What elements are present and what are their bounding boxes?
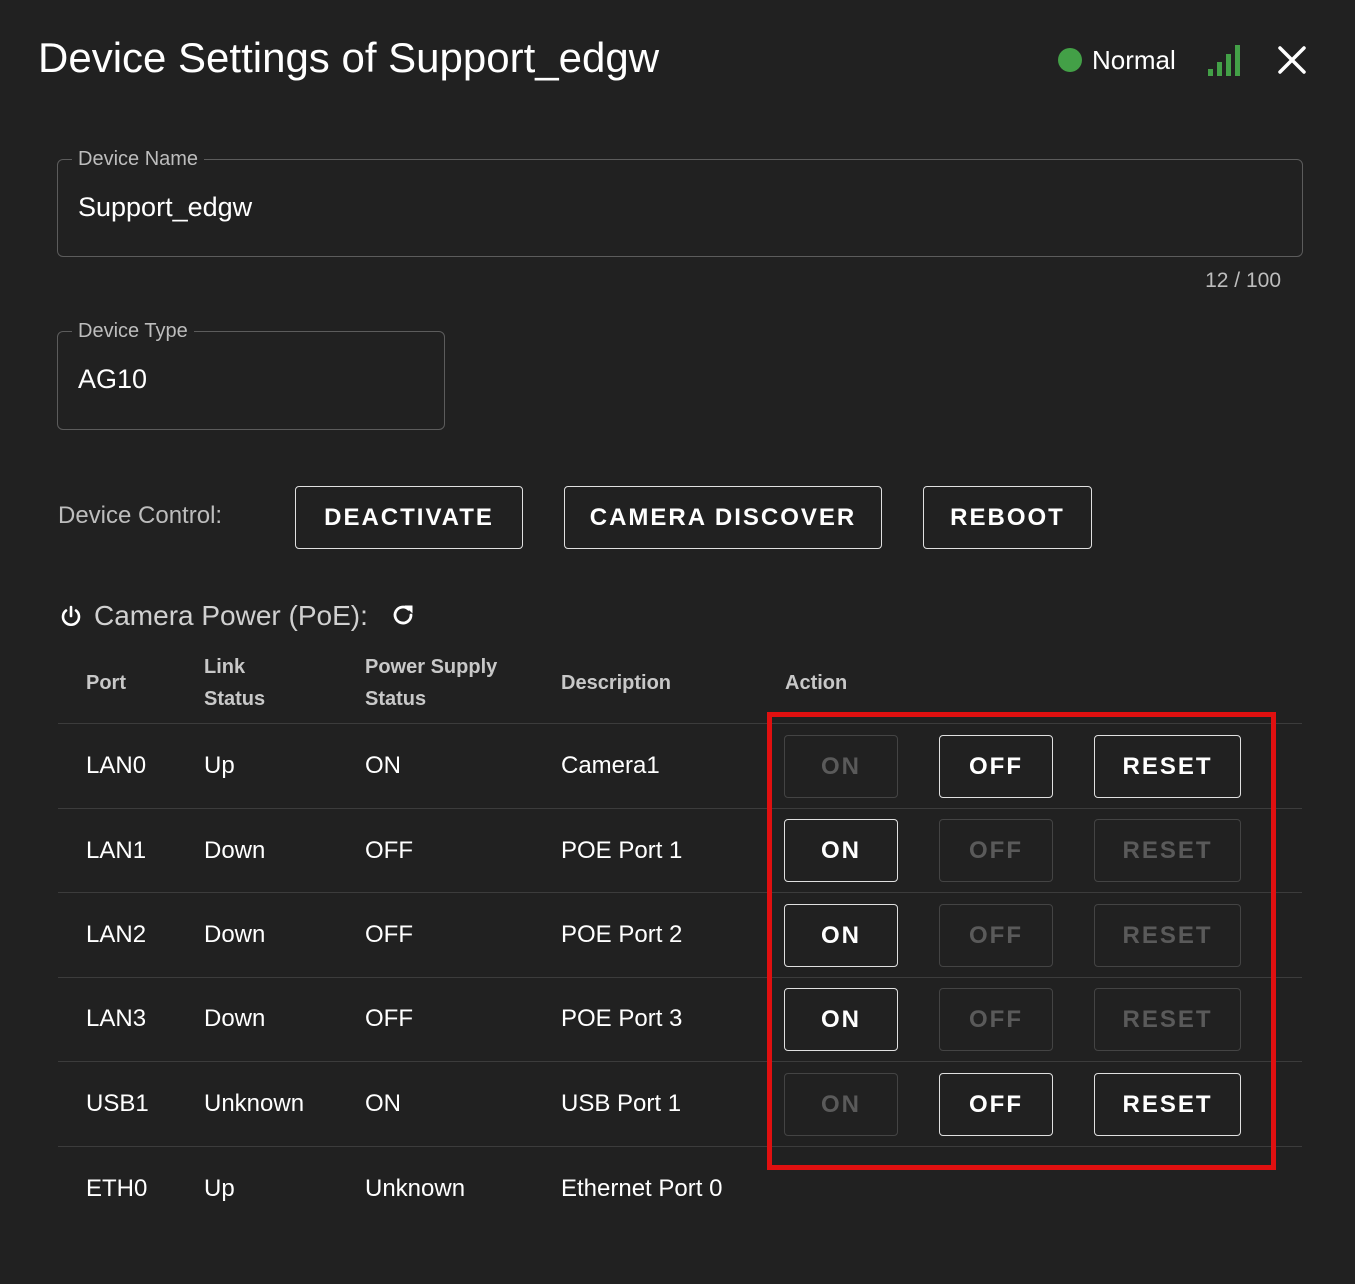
column-header-link-status: Link Status (204, 651, 265, 715)
lan3-off-button: OFF (939, 988, 1053, 1051)
lan0-off-button[interactable]: OFF (939, 735, 1053, 798)
refresh-icon[interactable] (389, 601, 417, 629)
row-description: POE Port 2 (561, 921, 683, 948)
row-power-status: OFF (365, 921, 413, 948)
deactivate-button[interactable]: DEACTIVATE (295, 486, 523, 549)
reboot-button[interactable]: REBOOT (923, 486, 1092, 549)
row-port: USB1 (86, 1090, 149, 1117)
row-power-status: OFF (365, 837, 413, 864)
row-link-status: Up (204, 752, 235, 779)
row-link-status: Down (204, 837, 266, 864)
column-header-link-status-line2: Status (204, 688, 266, 710)
row-port: LAN2 (86, 921, 147, 948)
lan0-on-button: ON (784, 735, 898, 798)
device-name-field: Device Name (57, 147, 1303, 257)
table-divider (58, 723, 1302, 724)
status-dot-icon (1058, 48, 1082, 72)
usb1-off-button[interactable]: OFF (939, 1073, 1053, 1136)
usb1-reset-button[interactable]: RESET (1094, 1073, 1241, 1136)
table-divider (58, 977, 1302, 978)
row-description: Ethernet Port 0 (561, 1175, 723, 1202)
row-description: POE Port 1 (561, 837, 683, 864)
row-power-status: OFF (365, 1005, 413, 1032)
signal-bars-icon (1208, 45, 1240, 76)
device-status: Normal (1058, 40, 1176, 80)
status-label: Normal (1092, 44, 1176, 75)
device-type-field: Device Type AG10 (57, 319, 445, 430)
dialog-title: Device Settings of Support_edgw (38, 34, 660, 81)
device-type-label: Device Type (72, 319, 194, 343)
table-divider (58, 808, 1302, 809)
camera-discover-button[interactable]: CAMERA DISCOVER (564, 486, 882, 549)
row-description: Camera1 (561, 752, 660, 779)
lan2-off-button: OFF (939, 904, 1053, 967)
device-control-label: Device Control: (58, 502, 223, 529)
table-divider (58, 892, 1302, 893)
row-link-status: Up (204, 1175, 235, 1202)
column-header-port: Port (86, 672, 126, 694)
row-description: POE Port 3 (561, 1005, 683, 1032)
usb1-on-button: ON (784, 1073, 898, 1136)
row-port: LAN3 (86, 1005, 147, 1032)
device-settings-dialog: Device Settings of Support_edgw Normal D… (0, 0, 1355, 1284)
lan1-off-button: OFF (939, 819, 1053, 882)
row-link-status: Down (204, 921, 266, 948)
column-header-action: Action (785, 672, 848, 694)
power-icon (61, 605, 81, 626)
column-header-power-supply-line2: Status (365, 688, 427, 710)
row-port: LAN1 (86, 837, 147, 864)
row-power-status: Unknown (365, 1175, 466, 1202)
row-port: ETH0 (86, 1175, 148, 1202)
table-divider (58, 1061, 1302, 1062)
row-power-status: ON (365, 752, 401, 779)
poe-section-header: Camera Power (PoE): (58, 596, 368, 636)
column-header-link-status-line1: Link (204, 656, 246, 678)
lan2-on-button[interactable]: ON (784, 904, 898, 967)
lan3-reset-button: RESET (1094, 988, 1241, 1051)
close-icon[interactable] (1272, 40, 1312, 80)
table-divider (58, 1146, 1302, 1147)
column-header-power-supply-line1: Power Supply (365, 656, 498, 678)
column-header-description: Description (561, 672, 672, 694)
lan3-on-button[interactable]: ON (784, 988, 898, 1051)
lan1-reset-button: RESET (1094, 819, 1241, 882)
row-link-status: Down (204, 1005, 266, 1032)
column-header-power-supply-status: Power Supply Status (365, 651, 497, 715)
row-port: LAN0 (86, 752, 147, 779)
lan0-reset-button[interactable]: RESET (1094, 735, 1241, 798)
device-name-char-counter: 12 / 100 (1205, 269, 1281, 292)
device-type-value: AG10 (78, 364, 148, 394)
poe-title: Camera Power (PoE): (94, 600, 368, 631)
row-link-status: Unknown (204, 1090, 305, 1117)
lan2-reset-button: RESET (1094, 904, 1241, 967)
row-description: USB Port 1 (561, 1090, 682, 1117)
device-name-input[interactable] (78, 192, 1278, 223)
row-power-status: ON (365, 1090, 401, 1117)
lan1-on-button[interactable]: ON (784, 819, 898, 882)
device-name-label: Device Name (72, 147, 205, 171)
